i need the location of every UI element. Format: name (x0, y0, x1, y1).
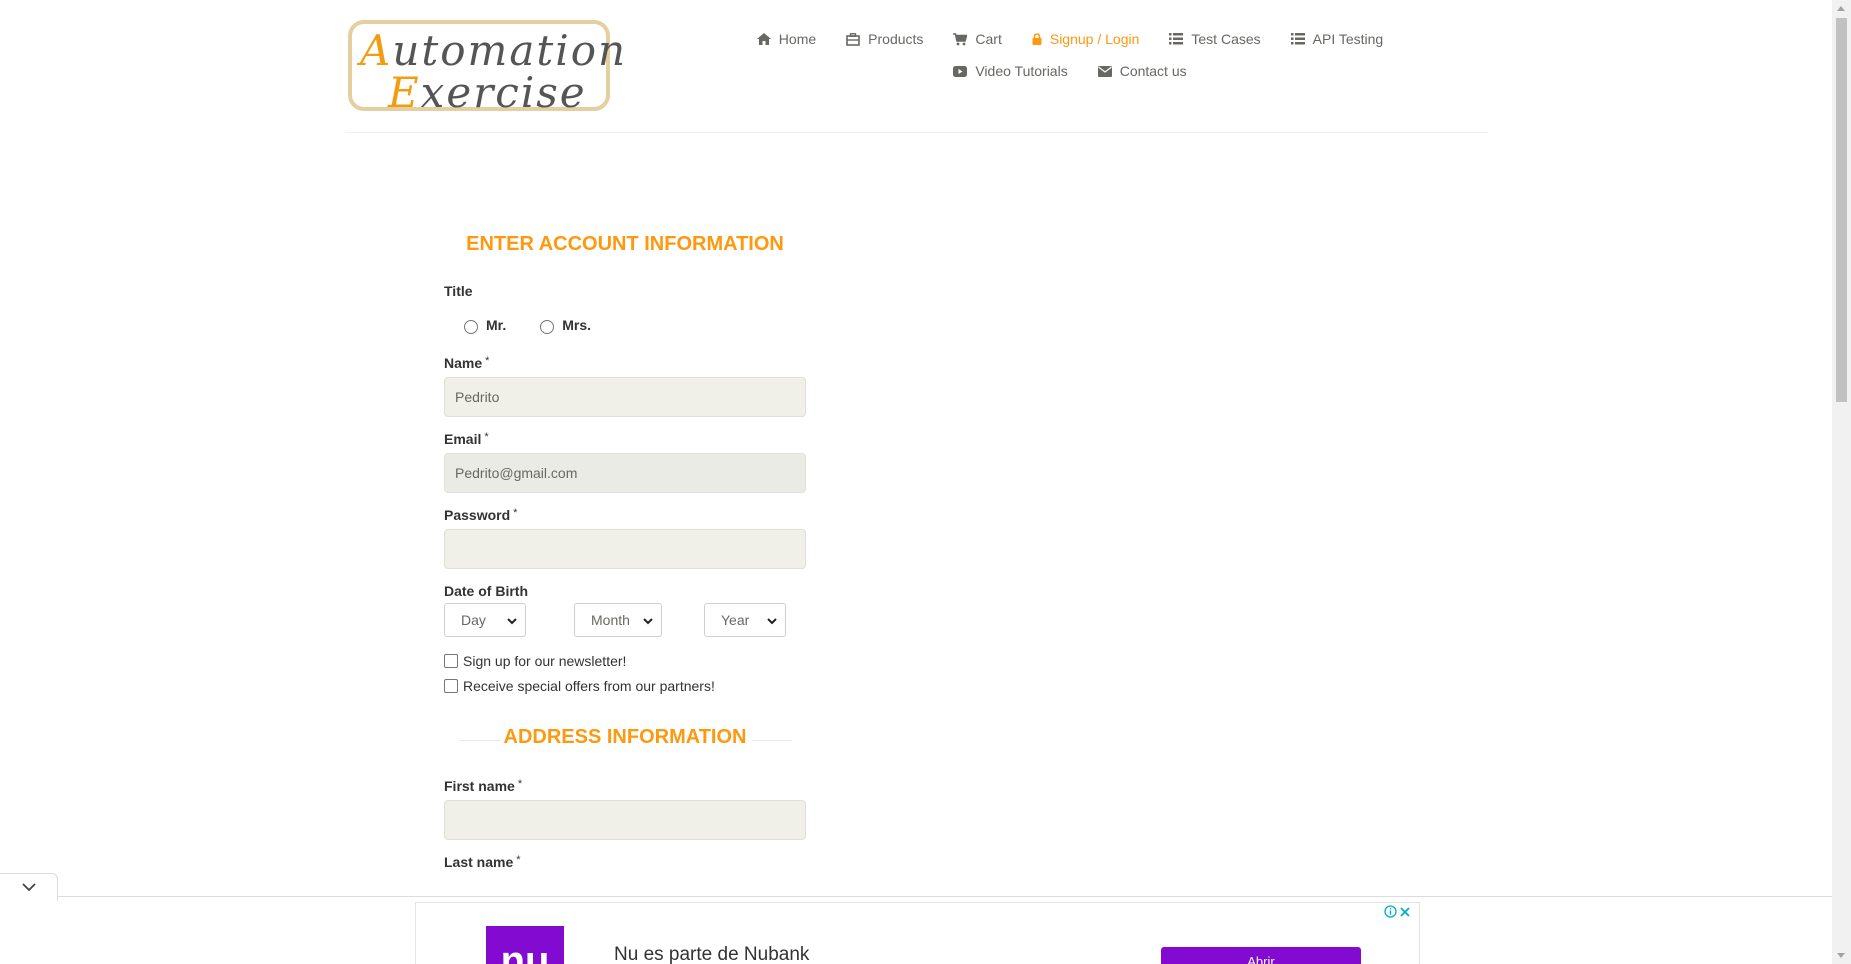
nav-row-1: Home Products Cart Signup / Login Test C… (740, 28, 1400, 50)
nav-signup-login-label: Signup / Login (1049, 31, 1140, 47)
list-icon (1169, 33, 1184, 45)
nav-test-cases[interactable]: Test Cases (1154, 28, 1275, 50)
nav-api-testing-label: API Testing (1312, 31, 1384, 47)
offers-row: Receive special offers from our partners… (444, 678, 806, 694)
nav-signup-login[interactable]: Signup / Login (1017, 28, 1155, 50)
chevron-down-icon (21, 879, 37, 897)
cart-icon (953, 32, 968, 46)
password-label: Password * (444, 507, 518, 523)
title-mrs-label: Mrs. (562, 317, 592, 333)
list-icon (1290, 33, 1305, 45)
newsletter-row: Sign up for our newsletter! (444, 653, 806, 669)
email-input[interactable]: Pedrito@gmail.com (444, 453, 806, 493)
title-mr-label: Mr. (486, 317, 507, 333)
signup-form: ENTER ACCOUNT INFORMATION Title Mr. Mrs.… (444, 225, 806, 870)
newsletter-label: Sign up for our newsletter! (463, 653, 627, 669)
home-icon (756, 33, 771, 45)
nav-contact-us[interactable]: Contact us (1083, 60, 1202, 82)
envelope-icon (1097, 65, 1112, 77)
scroll-up-arrow-icon[interactable] (1837, 6, 1845, 11)
header-divider (346, 132, 1488, 133)
last-name-label: Last name * (444, 854, 521, 870)
logo-line-2: Exercise (388, 68, 587, 117)
dob-year-select[interactable]: Year (704, 603, 786, 637)
page-scrollbar[interactable] (1832, 0, 1851, 964)
nav-home-label: Home (778, 31, 817, 47)
dob-day-select[interactable]: Day (444, 603, 526, 637)
title-mrs-radio[interactable] (540, 320, 555, 334)
ad-text[interactable]: Nu es parte de Nubank (614, 945, 809, 964)
first-name-label: First name * (444, 778, 523, 794)
email-label: Email * (444, 431, 489, 447)
nav-api-testing[interactable]: API Testing (1276, 28, 1399, 50)
nav-video-tutorials-label: Video Tutorials (975, 63, 1068, 79)
ad-collapse-button[interactable] (0, 873, 58, 901)
dob-month-select[interactable]: Month (574, 603, 662, 637)
youtube-play-icon (953, 65, 968, 77)
dob-selects: Day Month Year (444, 603, 806, 637)
scroll-thumb[interactable] (1836, 18, 1847, 402)
account-info-title: ENTER ACCOUNT INFORMATION (466, 233, 784, 255)
chevron-down-icon (507, 612, 517, 628)
info-icon[interactable] (1384, 905, 1397, 923)
nav-products-label: Products (868, 31, 924, 47)
title-label: Title (444, 283, 473, 299)
offers-label: Receive special offers from our partners… (463, 678, 715, 694)
title-mr-radio[interactable] (464, 320, 478, 334)
name-label: Name * (444, 355, 490, 371)
nav-row-2: Video Tutorials Contact us (740, 60, 1400, 82)
site-logo[interactable]: Automation Exercise (348, 20, 625, 117)
nav-test-cases-label: Test Cases (1191, 31, 1261, 47)
offers-checkbox[interactable] (444, 679, 458, 693)
address-info-title: ADDRESS INFORMATION (444, 718, 806, 756)
nav-products[interactable]: Products (831, 28, 938, 50)
newsletter-checkbox[interactable] (444, 654, 458, 668)
first-name-input[interactable] (444, 800, 806, 840)
scroll-down-arrow-icon[interactable] (1837, 953, 1845, 958)
title-radio-group: Mr. Mrs. (444, 315, 806, 335)
ad-open-button[interactable]: Abrir (1161, 947, 1361, 964)
password-input[interactable] (444, 529, 806, 569)
ad-logo: nu (486, 926, 564, 964)
ad-banner[interactable]: nu Nu es parte de Nubank Abrir (415, 902, 1420, 964)
nav-cart[interactable]: Cart (938, 28, 1016, 50)
lock-icon (1032, 33, 1042, 45)
nav-cart-label: Cart (975, 31, 1002, 47)
close-icon[interactable] (1399, 905, 1411, 923)
nav-home[interactable]: Home (742, 28, 831, 50)
nav-contact-us-label: Contact us (1119, 63, 1187, 79)
main-nav: Home Products Cart Signup / Login Test C… (740, 28, 1400, 82)
products-icon (846, 32, 860, 46)
nav-video-tutorials[interactable]: Video Tutorials (938, 60, 1082, 82)
chevron-down-icon (767, 612, 777, 628)
dob-label: Date of Birth (444, 583, 528, 599)
ad-bar-divider (0, 896, 1832, 897)
ad-controls (1384, 905, 1411, 923)
name-input[interactable]: Pedrito (444, 377, 806, 417)
chevron-down-icon (643, 612, 653, 628)
